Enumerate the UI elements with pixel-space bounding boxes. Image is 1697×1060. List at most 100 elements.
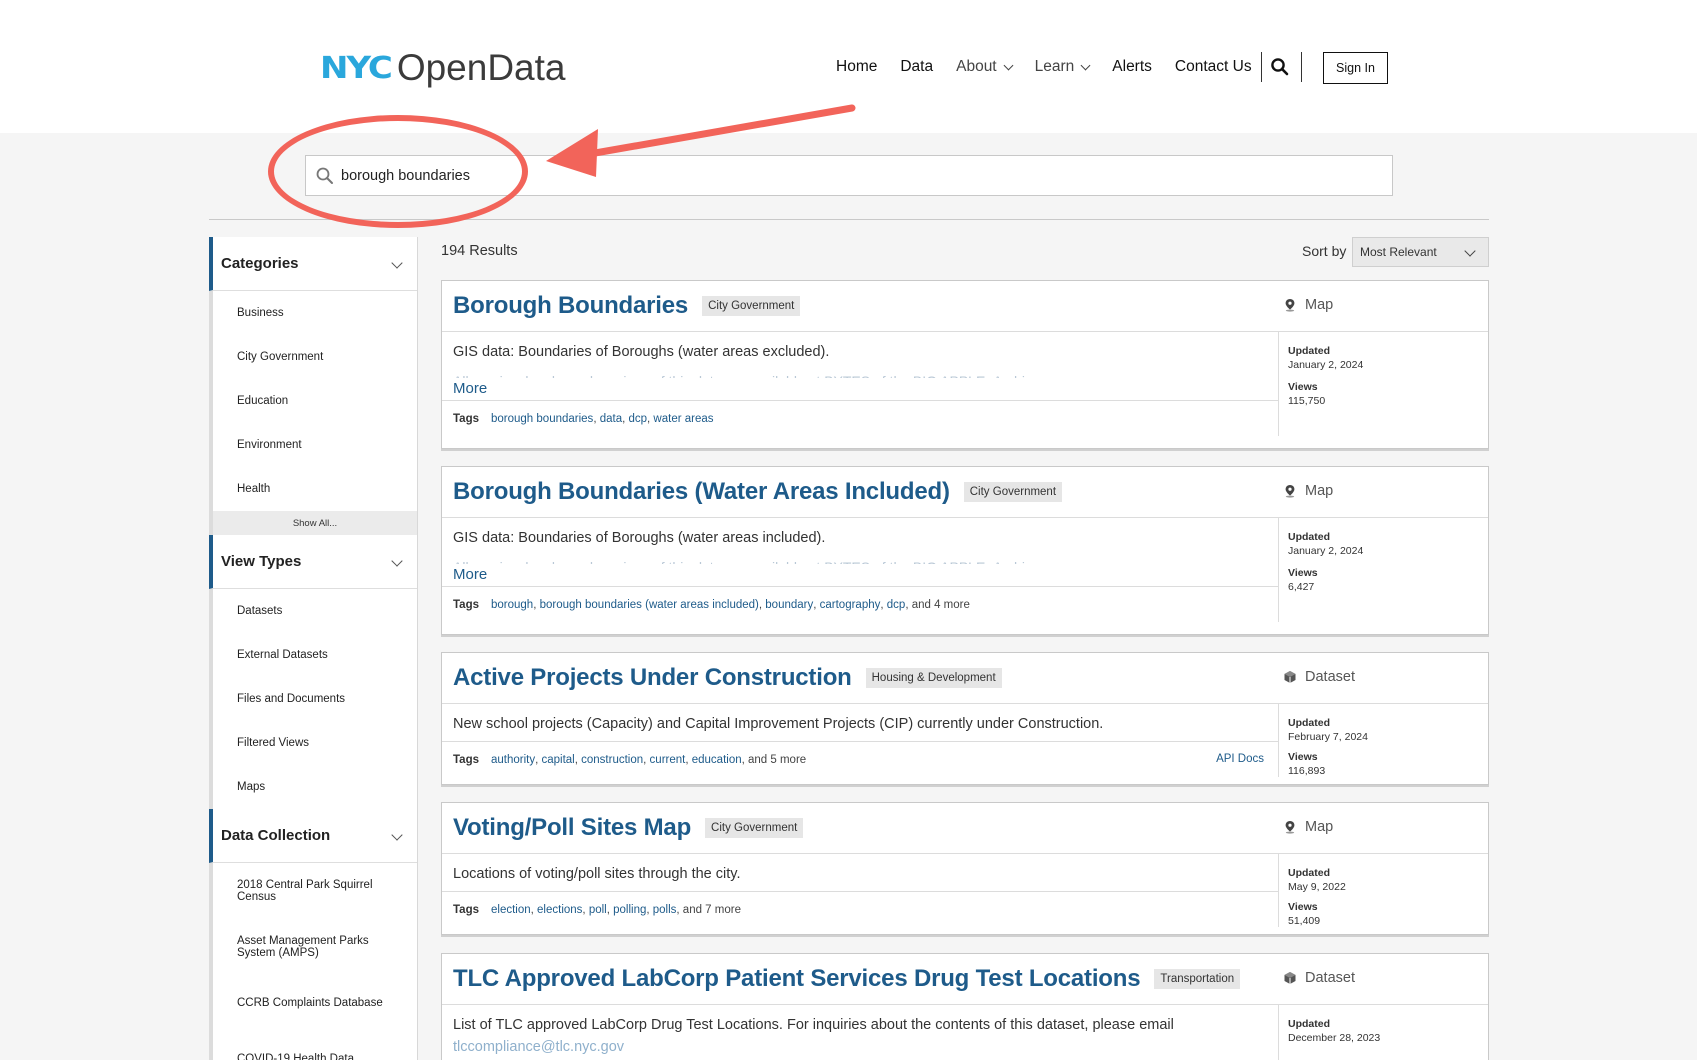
tag-link[interactable]: current (650, 754, 686, 766)
view-type-label: Map (1283, 819, 1333, 835)
category-badge[interactable]: City Government (702, 296, 801, 316)
category-badge[interactable]: Transportation (1154, 969, 1241, 989)
views-label: Views (1288, 751, 1318, 763)
nav-data[interactable]: Data (900, 58, 933, 76)
search-input[interactable] (341, 167, 1241, 184)
result-card: Active Projects Under Construction Housi… (441, 652, 1489, 785)
view-types-title: View Types (221, 553, 302, 570)
card-header: Borough Boundaries (Water Areas Included… (442, 467, 1488, 518)
category-item[interactable]: City Government (213, 335, 417, 379)
result-title-link[interactable]: Active Projects Under Construction (453, 664, 852, 692)
more-link[interactable]: More (442, 378, 1278, 400)
data-collection-item[interactable]: 2018 Central Park Squirrel Census (213, 863, 417, 919)
tags-label: Tags (453, 753, 479, 766)
results-count: 194 Results (441, 243, 518, 259)
result-card: TLC Approved LabCorp Patient Services Dr… (441, 953, 1489, 1060)
tag-link[interactable]: polls (653, 904, 677, 916)
view-type-item[interactable]: Maps (213, 765, 417, 809)
tag-link[interactable]: water areas (653, 413, 713, 425)
result-title-link[interactable]: TLC Approved LabCorp Patient Services Dr… (453, 965, 1141, 993)
categories-header[interactable]: Categories (209, 237, 417, 291)
data-collection-item[interactable]: CCRB Complaints Database (213, 975, 417, 1031)
view-type-item[interactable]: External Datasets (213, 633, 417, 677)
nav-alerts[interactable]: Alerts (1112, 58, 1152, 76)
more-link[interactable]: More (442, 564, 1278, 586)
nav-about[interactable]: About (956, 58, 1014, 76)
view-type-item[interactable]: Filtered Views (213, 721, 417, 765)
result-description: Locations of voting/poll sites through t… (453, 866, 741, 882)
chevron-down-icon (391, 257, 403, 269)
nav-home[interactable]: Home (836, 58, 877, 76)
category-badge[interactable]: City Government (705, 818, 804, 838)
views-count: 116,893 (1288, 765, 1326, 777)
tags-label: Tags (453, 598, 479, 611)
card-body: Locations of voting/poll sites through t… (442, 854, 1488, 927)
tag-link[interactable]: authority (491, 754, 535, 766)
card-main: GIS data: Boundaries of Boroughs (water … (442, 518, 1279, 622)
category-item[interactable]: Health (213, 467, 417, 511)
show-all-categories-button[interactable]: Show All... (213, 511, 417, 535)
view-types-header[interactable]: View Types (209, 535, 417, 589)
sign-in-button[interactable]: Sign In (1323, 52, 1388, 84)
tag-link[interactable]: data (600, 413, 622, 425)
tag-link[interactable]: election (491, 904, 531, 916)
view-type-label: Map (1283, 483, 1333, 499)
card-meta: Updated February 7, 2024 Views 116,893 (1288, 716, 1368, 778)
tag-link[interactable]: dcp (628, 413, 647, 425)
result-title-link[interactable]: Voting/Poll Sites Map (453, 814, 691, 842)
sort-dropdown[interactable]: Most Relevant (1352, 237, 1489, 267)
category-item[interactable]: Environment (213, 423, 417, 467)
tag-link[interactable]: education (692, 754, 742, 766)
chevron-down-icon (1080, 60, 1091, 70)
tag-link[interactable]: elections (537, 904, 582, 916)
search-field[interactable] (305, 155, 1393, 196)
card-main: Locations of voting/poll sites through t… (442, 854, 1279, 927)
chevron-down-icon (1464, 245, 1476, 257)
email-link[interactable]: tlccompliance@tlc.nyc.gov (442, 1035, 1278, 1057)
dataset-cube-icon (1284, 671, 1296, 683)
result-title-link[interactable]: Borough Boundaries (Water Areas Included… (453, 478, 950, 506)
tag-link[interactable]: borough boundaries (491, 413, 593, 425)
nav-divider (1301, 52, 1302, 82)
tag-link[interactable]: cartography (820, 599, 881, 611)
category-item[interactable]: Education (213, 379, 417, 423)
category-badge[interactable]: Housing & Development (865, 668, 1002, 688)
tag-link[interactable]: boundary (765, 599, 813, 611)
tag-link[interactable]: construction (581, 754, 643, 766)
tag-link[interactable]: capital (542, 754, 575, 766)
category-item[interactable]: Business (213, 291, 417, 335)
view-type-item[interactable]: Datasets (213, 589, 417, 633)
data-collection-list: 2018 Central Park Squirrel Census Asset … (209, 863, 417, 1060)
map-pin-icon (1285, 485, 1295, 498)
tag-link[interactable]: poll (589, 904, 607, 916)
card-meta: Updated January 2, 2024 Views 6,427 (1288, 530, 1363, 594)
header-search-button[interactable] (1270, 57, 1292, 79)
result-card: Borough Boundaries (Water Areas Included… (441, 466, 1489, 635)
card-header: Borough Boundaries City Government Map (442, 281, 1488, 332)
views-label: Views (1288, 901, 1318, 913)
nyc-opendata-logo[interactable]: NYC OpenData (320, 48, 566, 88)
tag-link[interactable]: borough (491, 599, 533, 611)
data-collection-item[interactable]: COVID-19 Health Data (213, 1031, 417, 1060)
result-description: GIS data: Boundaries of Boroughs (water … (453, 530, 826, 546)
tag-link[interactable]: borough boundaries (water areas included… (540, 599, 759, 611)
view-type-text: Map (1305, 819, 1334, 835)
nav-learn-label: Learn (1034, 58, 1075, 75)
result-title-link[interactable]: Borough Boundaries (453, 292, 688, 320)
card-body: New school projects (Capacity) and Capit… (442, 704, 1488, 777)
nav-learn[interactable]: Learn (1034, 58, 1091, 76)
updated-date: May 9, 2022 (1288, 881, 1346, 893)
card-meta: Updated January 2, 2024 Views 115,750 (1288, 344, 1363, 408)
views-count: 6,427 (1288, 581, 1315, 593)
categories-list: Business City Government Education Envir… (209, 291, 417, 535)
tag-link[interactable]: polling (613, 904, 646, 916)
category-badge[interactable]: City Government (963, 482, 1063, 502)
data-collection-header[interactable]: Data Collection (209, 809, 417, 863)
api-docs-link[interactable]: API Docs (1216, 753, 1264, 765)
map-pin-icon (1285, 299, 1295, 312)
tag-link[interactable]: dcp (887, 599, 906, 611)
data-collection-item[interactable]: Asset Management Parks System (AMPS) (213, 919, 417, 975)
view-type-item[interactable]: Files and Documents (213, 677, 417, 721)
nav-contact-us[interactable]: Contact Us (1175, 58, 1252, 76)
